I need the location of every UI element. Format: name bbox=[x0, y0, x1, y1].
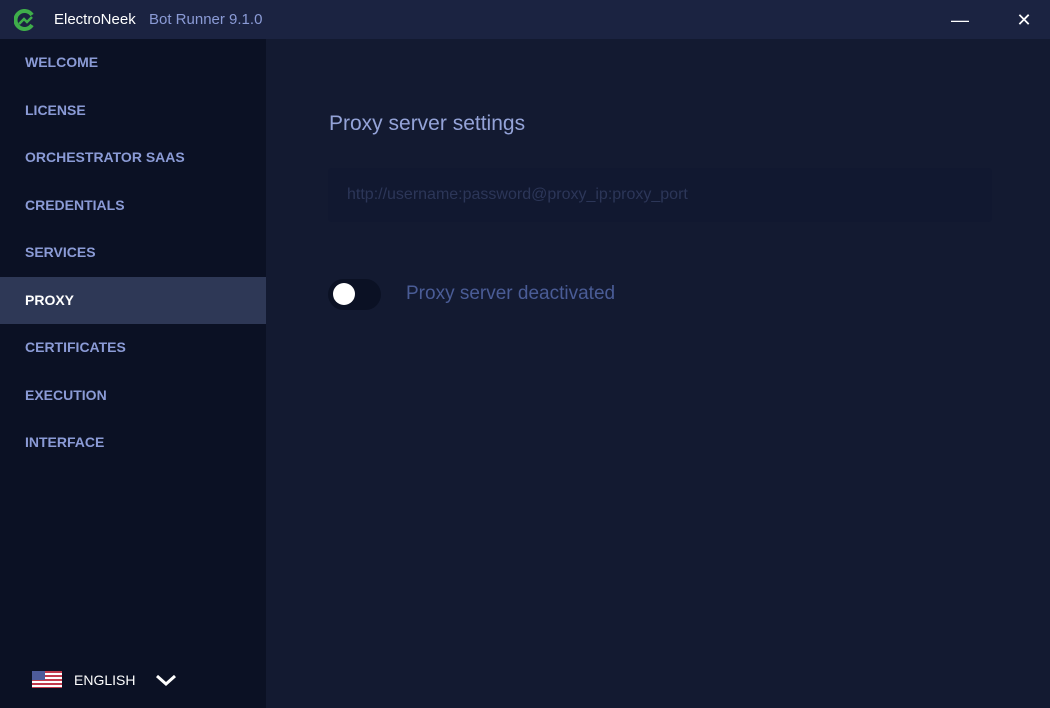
sidebar-item-certificates[interactable]: CERTIFICATES bbox=[0, 324, 266, 372]
language-label: ENGLISH bbox=[74, 671, 136, 688]
main-content: Proxy server settings Proxy server deact… bbox=[266, 39, 1050, 708]
sidebar-item-interface[interactable]: INTERFACE bbox=[0, 419, 266, 467]
minimize-button[interactable]: — bbox=[948, 8, 972, 32]
electroneek-logo-icon bbox=[14, 9, 34, 31]
sidebar: WELCOME LICENSE ORCHESTRATOR SAAS CREDEN… bbox=[0, 39, 266, 708]
toggle-knob bbox=[333, 283, 355, 305]
close-button[interactable]: ✕ bbox=[1012, 8, 1036, 32]
app-version: Bot Runner 9.1.0 bbox=[149, 11, 263, 28]
proxy-status-label: Proxy server deactivated bbox=[406, 283, 616, 304]
title-bar: ElectroNeek Bot Runner 9.1.0 — ✕ bbox=[0, 0, 1050, 39]
page-title: Proxy server settings bbox=[329, 112, 526, 135]
sidebar-item-credentials[interactable]: CREDENTIALS bbox=[0, 182, 266, 230]
app-name: ElectroNeek bbox=[54, 11, 136, 28]
chevron-down-icon bbox=[156, 674, 177, 686]
proxy-url-input[interactable] bbox=[328, 168, 992, 222]
language-selector[interactable]: ENGLISH bbox=[32, 671, 177, 688]
sidebar-item-services[interactable]: SERVICES bbox=[0, 229, 266, 277]
sidebar-item-proxy[interactable]: PROXY bbox=[0, 276, 266, 324]
sidebar-item-orchestrator-saas[interactable]: ORCHESTRATOR SAAS bbox=[0, 134, 266, 182]
us-flag-icon bbox=[32, 671, 62, 688]
sidebar-item-license[interactable]: LICENSE bbox=[0, 87, 266, 135]
sidebar-item-welcome[interactable]: WELCOME bbox=[0, 39, 266, 87]
sidebar-item-execution[interactable]: EXECUTION bbox=[0, 372, 266, 420]
proxy-toggle[interactable] bbox=[328, 279, 381, 310]
